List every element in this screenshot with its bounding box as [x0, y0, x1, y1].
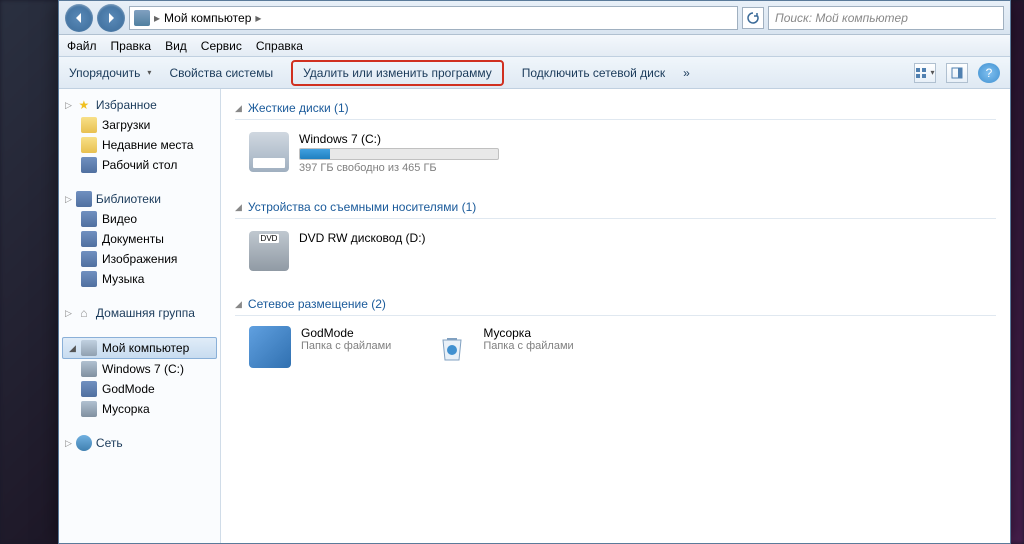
sidebar-item-recent[interactable]: Недавние места	[59, 135, 220, 155]
folder-icon	[81, 117, 97, 133]
star-icon: ★	[76, 97, 92, 113]
refresh-button[interactable]	[742, 7, 764, 29]
sidebar-network-header[interactable]: ▷Сеть	[59, 433, 220, 453]
folder-icon	[81, 137, 97, 153]
bin-icon	[81, 401, 97, 417]
computer-icon	[81, 340, 97, 356]
network-icon	[76, 435, 92, 451]
back-button[interactable]	[65, 4, 93, 32]
netloc-trash[interactable]: Мусорка Папка с файлами	[431, 326, 573, 368]
menu-bar: Файл Правка Вид Сервис Справка	[59, 35, 1010, 57]
explorer-window: ▸ Мой компьютер ▸ Поиск: Мой компьютер Ф…	[58, 0, 1011, 544]
system-properties-button[interactable]: Свойства системы	[169, 66, 273, 80]
sidebar-favorites-header[interactable]: ▷★Избранное	[59, 95, 220, 115]
menu-file[interactable]: Файл	[67, 39, 97, 53]
sidebar-item-godmode[interactable]: GodMode	[59, 379, 220, 399]
organize-button[interactable]: Упорядочить	[69, 66, 151, 80]
breadcrumb[interactable]: ▸ Мой компьютер ▸	[129, 6, 738, 30]
sidebar-item-documents[interactable]: Документы	[59, 229, 220, 249]
homegroup-icon: ⌂	[76, 305, 92, 321]
search-input[interactable]: Поиск: Мой компьютер	[768, 6, 1004, 30]
music-icon	[81, 271, 97, 287]
sidebar: ▷★Избранное Загрузки Недавние места Рабо…	[59, 89, 221, 543]
help-button[interactable]: ?	[978, 63, 1000, 83]
menu-help[interactable]: Справка	[256, 39, 303, 53]
dvd-drive[interactable]: DVD RW дисковод (D:)	[235, 225, 996, 277]
sidebar-item-downloads[interactable]: Загрузки	[59, 115, 220, 135]
sidebar-item-trash[interactable]: Мусорка	[59, 399, 220, 419]
nav-bar: ▸ Мой компьютер ▸ Поиск: Мой компьютер	[59, 1, 1010, 35]
sidebar-item-pictures[interactable]: Изображения	[59, 249, 220, 269]
dvd-drive-icon	[249, 231, 289, 271]
sidebar-homegroup-header[interactable]: ▷⌂Домашняя группа	[59, 303, 220, 323]
preview-pane-button[interactable]	[946, 63, 968, 83]
map-network-drive-button[interactable]: Подключить сетевой диск	[522, 66, 665, 80]
view-mode-button[interactable]	[914, 63, 936, 83]
netloc-godmode[interactable]: GodMode Папка с файлами	[249, 326, 391, 368]
sidebar-item-music[interactable]: Музыка	[59, 269, 220, 289]
desktop-icon	[81, 157, 97, 173]
sidebar-libraries-header[interactable]: ▷Библиотеки	[59, 189, 220, 209]
drive-icon	[81, 361, 97, 377]
picture-icon	[81, 251, 97, 267]
forward-button[interactable]	[97, 4, 125, 32]
sidebar-item-drive-c[interactable]: Windows 7 (C:)	[59, 359, 220, 379]
menu-edit[interactable]: Правка	[111, 39, 152, 53]
computer-icon	[134, 10, 150, 26]
video-icon	[81, 211, 97, 227]
library-icon	[76, 191, 92, 207]
menu-view[interactable]: Вид	[165, 39, 187, 53]
category-network-locations[interactable]: ◢Сетевое размещение (2)	[235, 293, 996, 316]
folder-icon	[81, 381, 97, 397]
chevron-right-icon: ▸	[154, 11, 160, 25]
toolbar: Упорядочить Свойства системы Удалить или…	[59, 57, 1010, 89]
control-panel-icon	[249, 326, 291, 368]
uninstall-program-button[interactable]: Удалить или изменить программу	[291, 60, 504, 86]
document-icon	[81, 231, 97, 247]
hard-drive-icon	[249, 132, 289, 172]
category-hard-drives[interactable]: ◢Жесткие диски (1)	[235, 97, 996, 120]
toolbar-overflow[interactable]: »	[683, 66, 690, 80]
category-removable[interactable]: ◢Устройства со съемными носителями (1)	[235, 196, 996, 219]
sidebar-item-computer[interactable]: ◢Мой компьютер	[62, 337, 217, 359]
sidebar-item-videos[interactable]: Видео	[59, 209, 220, 229]
chevron-right-icon: ▸	[255, 11, 261, 25]
menu-tools[interactable]: Сервис	[201, 39, 242, 53]
recycle-bin-icon	[431, 326, 473, 368]
capacity-bar	[299, 148, 499, 160]
content-pane: ◢Жесткие диски (1) Windows 7 (C:) 397 ГБ…	[221, 89, 1010, 543]
drive-c[interactable]: Windows 7 (C:) 397 ГБ свободно из 465 ГБ	[235, 126, 996, 180]
breadcrumb-segment[interactable]: Мой компьютер	[164, 11, 251, 25]
sidebar-item-desktop[interactable]: Рабочий стол	[59, 155, 220, 175]
